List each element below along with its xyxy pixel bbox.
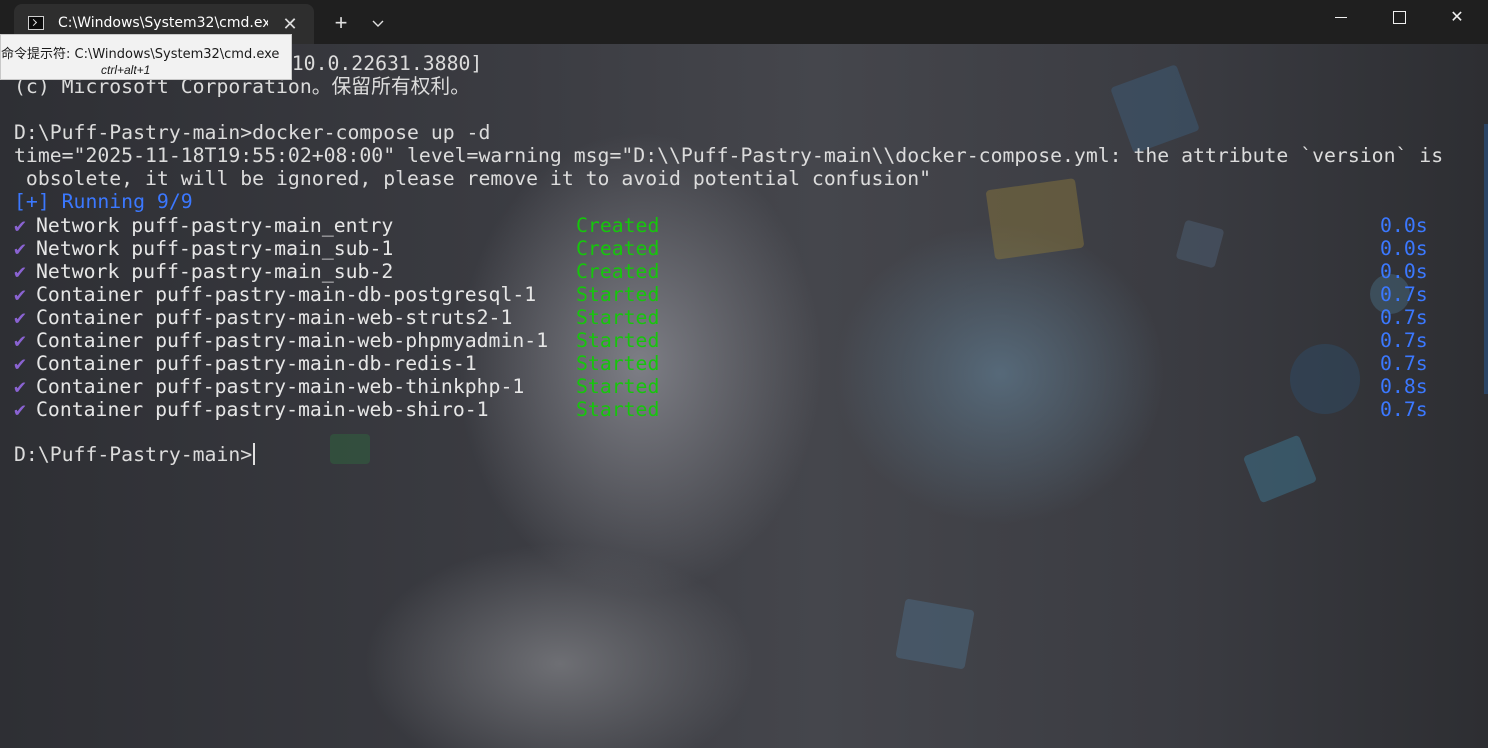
service-status: Started [576, 352, 660, 375]
service-row: ✔ Container puff-pastry-main-web-shiro-1… [0, 398, 1440, 421]
service-status: Created [576, 214, 660, 237]
check-icon: ✔ [14, 237, 26, 260]
service-name: Container puff-pastry-main-db-postgresql… [36, 283, 537, 306]
command-line: D:\Puff-Pastry-main>docker-compose up -d [14, 121, 491, 144]
service-row: ✔ Network puff-pastry-main_entry Created… [0, 214, 1440, 237]
scrollbar[interactable] [1484, 124, 1488, 394]
prompt-text: D:\Puff-Pastry-main> [14, 443, 253, 466]
service-row: ✔ Container puff-pastry-main-db-redis-1 … [0, 352, 1440, 375]
service-status: Started [576, 283, 660, 306]
maximize-icon [1392, 11, 1406, 25]
tooltip-title: 命令提示符: C:\Windows\System32\cmd.exe [1, 47, 280, 62]
warning-line-continued: obsolete, it will be ignored, please rem… [14, 167, 932, 190]
check-icon: ✔ [14, 329, 26, 352]
service-time: 0.7s [1380, 398, 1428, 421]
service-name: Network puff-pastry-main_entry [36, 214, 394, 237]
service-status: Created [576, 260, 660, 283]
text-cursor [253, 443, 256, 465]
service-time: 0.7s [1380, 306, 1428, 329]
service-row: ✔ Network puff-pastry-main_sub-2 Created… [0, 260, 1440, 283]
service-time: 0.7s [1380, 283, 1428, 306]
service-row: ✔ Container puff-pastry-main-db-postgres… [0, 283, 1440, 306]
tooltip-shortcut: ctrl+alt+1 [101, 63, 151, 77]
service-row: ✔ Network puff-pastry-main_sub-1 Created… [0, 237, 1440, 260]
service-time: 0.7s [1380, 352, 1428, 375]
check-icon: ✔ [14, 352, 26, 375]
service-name: Container puff-pastry-main-web-thinkphp-… [36, 375, 525, 398]
maximize-button[interactable] [1370, 0, 1428, 36]
service-name: Container puff-pastry-main-web-struts2-1 [36, 306, 513, 329]
service-time: 0.8s [1380, 375, 1428, 398]
service-row: ✔ Container puff-pastry-main-web-struts2… [0, 306, 1440, 329]
background-art [330, 434, 370, 464]
service-name: Container puff-pastry-main-db-redis-1 [36, 352, 477, 375]
service-time: 0.0s [1380, 237, 1428, 260]
minimize-button[interactable] [1312, 0, 1370, 36]
service-row: ✔ Container puff-pastry-main-web-phpmyad… [0, 329, 1440, 352]
warning-line: time="2025-11-18T19:55:02+08:00" level=w… [14, 144, 1444, 167]
minimize-icon [1335, 17, 1347, 19]
service-name: Network puff-pastry-main_sub-1 [36, 237, 394, 260]
service-time: 0.0s [1380, 214, 1428, 237]
service-name: Network puff-pastry-main_sub-2 [36, 260, 394, 283]
check-icon: ✔ [14, 214, 26, 237]
tab-dropdown-button[interactable] [364, 8, 392, 38]
new-tab-button[interactable]: + [326, 8, 356, 38]
terminal-pane[interactable]: Microsoft Windows [版本 10.0.22631.3880] (… [0, 44, 1488, 748]
check-icon: ✔ [14, 283, 26, 306]
close-window-button[interactable]: ✕ [1428, 0, 1486, 36]
chevron-down-icon [372, 20, 384, 27]
service-name: Container puff-pastry-main-web-phpmyadmi… [36, 329, 549, 352]
service-status: Started [576, 398, 660, 421]
service-status: Started [576, 375, 660, 398]
background-art [895, 598, 975, 670]
check-icon: ✔ [14, 260, 26, 283]
close-icon: ✕ [1450, 9, 1464, 26]
running-status: [+] Running 9/9 [14, 190, 193, 213]
terminal-icon [28, 16, 44, 30]
background-art [1110, 64, 1200, 154]
check-icon: ✔ [14, 398, 26, 421]
service-status: Started [576, 306, 660, 329]
service-status: Created [576, 237, 660, 260]
tab-title: C:\Windows\System32\cmd.exe [58, 15, 268, 31]
tab-tooltip: 命令提示符: C:\Windows\System32\cmd.exe ctrl+… [0, 34, 292, 80]
prompt-line[interactable]: D:\Puff-Pastry-main> [14, 443, 256, 466]
service-time: 0.7s [1380, 329, 1428, 352]
service-time: 0.0s [1380, 260, 1428, 283]
service-name: Container puff-pastry-main-web-shiro-1 [36, 398, 489, 421]
service-status: Started [576, 329, 660, 352]
background-art [1242, 434, 1318, 504]
check-icon: ✔ [14, 375, 26, 398]
check-icon: ✔ [14, 306, 26, 329]
service-row: ✔ Container puff-pastry-main-web-thinkph… [0, 375, 1440, 398]
